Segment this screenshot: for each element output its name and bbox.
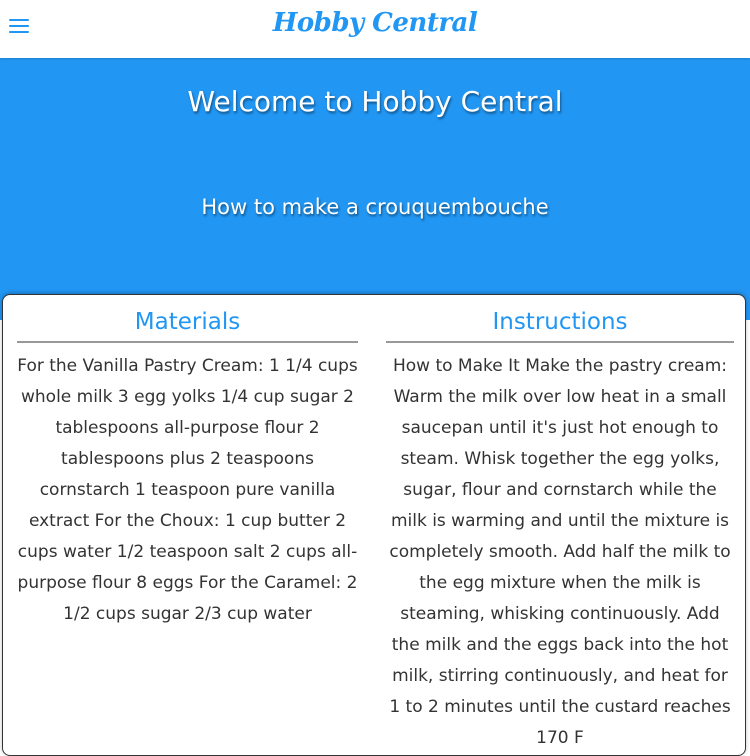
hero-banner: Welcome to Hobby Central How to make a c… [0,58,750,320]
instructions-text: How to Make It Make the pastry cream: Wa… [389,356,731,748]
instructions-column: Instructions How to Make It Make the pas… [384,295,736,754]
recipe-card: Materials For the Vanilla Pastry Cream: … [2,294,746,756]
materials-text: For the Vanilla Pastry Cream: 1 1/4 cups… [17,356,358,624]
hero-title: Welcome to Hobby Central [187,85,563,118]
materials-heading: Materials [17,305,358,343]
instructions-heading: Instructions [386,305,734,343]
top-navigation-bar: Hobby Central [0,0,750,58]
hero-subtitle: How to make a crouquembouche [201,195,549,219]
materials-column: Materials For the Vanilla Pastry Cream: … [15,295,360,630]
brand-title[interactable]: Hobby Central [0,8,750,38]
